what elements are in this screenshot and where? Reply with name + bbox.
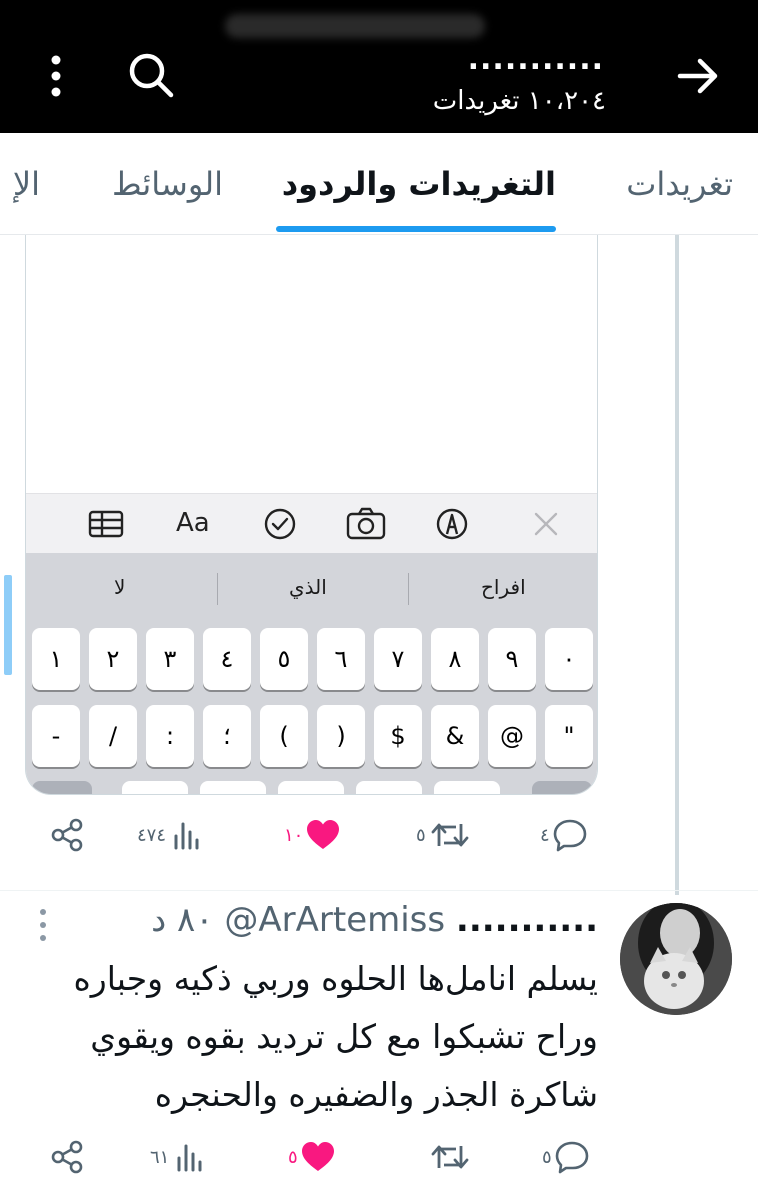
suggestion-word: لا [114,575,126,599]
share-button[interactable] [50,818,84,852]
share-icon [51,818,83,852]
top-app-bar: ........... ١٠،٢٠٤ تغريدات [0,0,758,133]
views-count: ٤٧٤ [137,824,167,846]
heart-filled-icon [307,820,340,849]
keyboard-key: ؛ [203,705,251,767]
suggestion-divider [217,573,218,605]
avatar[interactable] [620,903,732,1015]
keyboard-key: ١ [32,628,80,690]
keyboard-key: ٥ [260,628,308,690]
reply-button[interactable]: ٤ [540,818,588,852]
close-icon [528,506,564,542]
tweet-meta: ٨٠ د @ArArtemiss ........... [151,900,598,940]
keyboard-key: & [431,705,479,767]
like-button[interactable]: ١٠ [284,818,341,852]
keyboard-key: : [146,705,194,767]
tweet-author[interactable]: ........... [456,900,598,940]
tweet-count: ١٠،٢٠٤ تغريدات [432,86,606,116]
profile-name: ........... [467,42,604,77]
more-options-icon[interactable] [46,54,66,102]
like-count: ٥ [288,1146,298,1168]
keyboard-key: @ [488,705,536,767]
profile-tabs: تغريدات التغريدات والردود الوسائط الإ [0,133,758,235]
keyboard-key-stub [122,781,188,794]
retweet-count: ٥ [416,824,426,846]
suggestion-divider [408,573,409,605]
suggestion-word: الذي [289,575,327,599]
keyboard-key: ٢ [89,628,137,690]
status-bar-blurred [225,14,485,38]
like-button[interactable]: ٥ [288,1140,336,1174]
keyboard-key: ٤ [203,628,251,690]
notes-toolbar: Aa [26,493,597,553]
retweet-icon [431,823,469,847]
keyboard-key: ٨ [431,628,479,690]
retweet-icon [431,1145,469,1169]
tab-likes[interactable]: الإ [13,165,40,203]
checklist-icon [262,506,298,542]
tab-tweets[interactable]: تغريدات [626,165,733,203]
scroll-indicator [4,575,12,675]
keyboard-key: ) [317,705,365,767]
reply-count: ٥ [542,1146,552,1168]
retweet-button[interactable]: ٥ [416,818,470,852]
tweet-body: يسلم انامل‌ها الحلوه وربي ذكيه وجباره ور… [73,959,598,1114]
tweet-more-icon[interactable] [38,908,48,946]
active-tab-indicator [276,226,556,232]
camera-icon [346,506,386,542]
like-count: ١٠ [284,824,304,846]
reply-button[interactable]: ٥ [542,1140,590,1174]
keyboard-key-stub [32,781,92,794]
keyboard-key-stub [200,781,266,794]
keyboard-key-stub [532,781,592,794]
keyboard-key: " [545,705,593,767]
tweet-divider [0,890,758,891]
views-button[interactable]: ٦١ [150,1142,205,1172]
keyboard-key: ٣ [146,628,194,690]
keyboard-key-stub [356,781,422,794]
views-count: ٦١ [150,1146,170,1168]
reply-count: ٤ [540,824,550,846]
keyboard-key: ٩ [488,628,536,690]
keyboard-key: ( [260,705,308,767]
thread-connector-line [675,235,679,895]
markup-icon [434,506,470,542]
suggestion-word: افراح [481,575,526,599]
tweet-handle[interactable]: @ArArtemiss [224,900,445,940]
search-icon[interactable] [126,50,176,104]
keyboard-key-stub [278,781,344,794]
tab-media[interactable]: الوسائط [112,165,223,203]
back-arrow-icon[interactable] [676,56,720,100]
keyboard-key: $ [374,705,422,767]
tab-tweets-and-replies[interactable]: التغريدات والردود [282,165,556,203]
retweet-button[interactable] [430,1140,470,1174]
views-chart-icon [177,1144,202,1172]
views-button[interactable]: ٤٧٤ [137,820,202,850]
tweet-media-image[interactable]: Aa افراح الذي لا ١ ٢ ٣ ٤ ٥ ٦ ٧ ٨ ٩ ٠ - /… [25,235,598,795]
views-chart-icon [174,822,199,850]
keyboard-key: / [89,705,137,767]
tweet-time: ٨٠ د [151,900,214,940]
share-icon [51,1140,83,1174]
keyboard-key-stub [434,781,500,794]
heart-filled-icon [301,1142,334,1171]
keyboard-key: ٠ [545,628,593,690]
text-format-icon: Aa [176,508,210,538]
keyboard-key: - [32,705,80,767]
keyboard-key: ٧ [374,628,422,690]
keyboard-key: ٦ [317,628,365,690]
keyboard-screenshot: افراح الذي لا ١ ٢ ٣ ٤ ٥ ٦ ٧ ٨ ٩ ٠ - / : … [26,553,597,794]
table-icon [88,506,124,542]
reply-icon [553,819,586,852]
reply-icon [555,1141,588,1174]
share-button[interactable] [50,1140,84,1174]
